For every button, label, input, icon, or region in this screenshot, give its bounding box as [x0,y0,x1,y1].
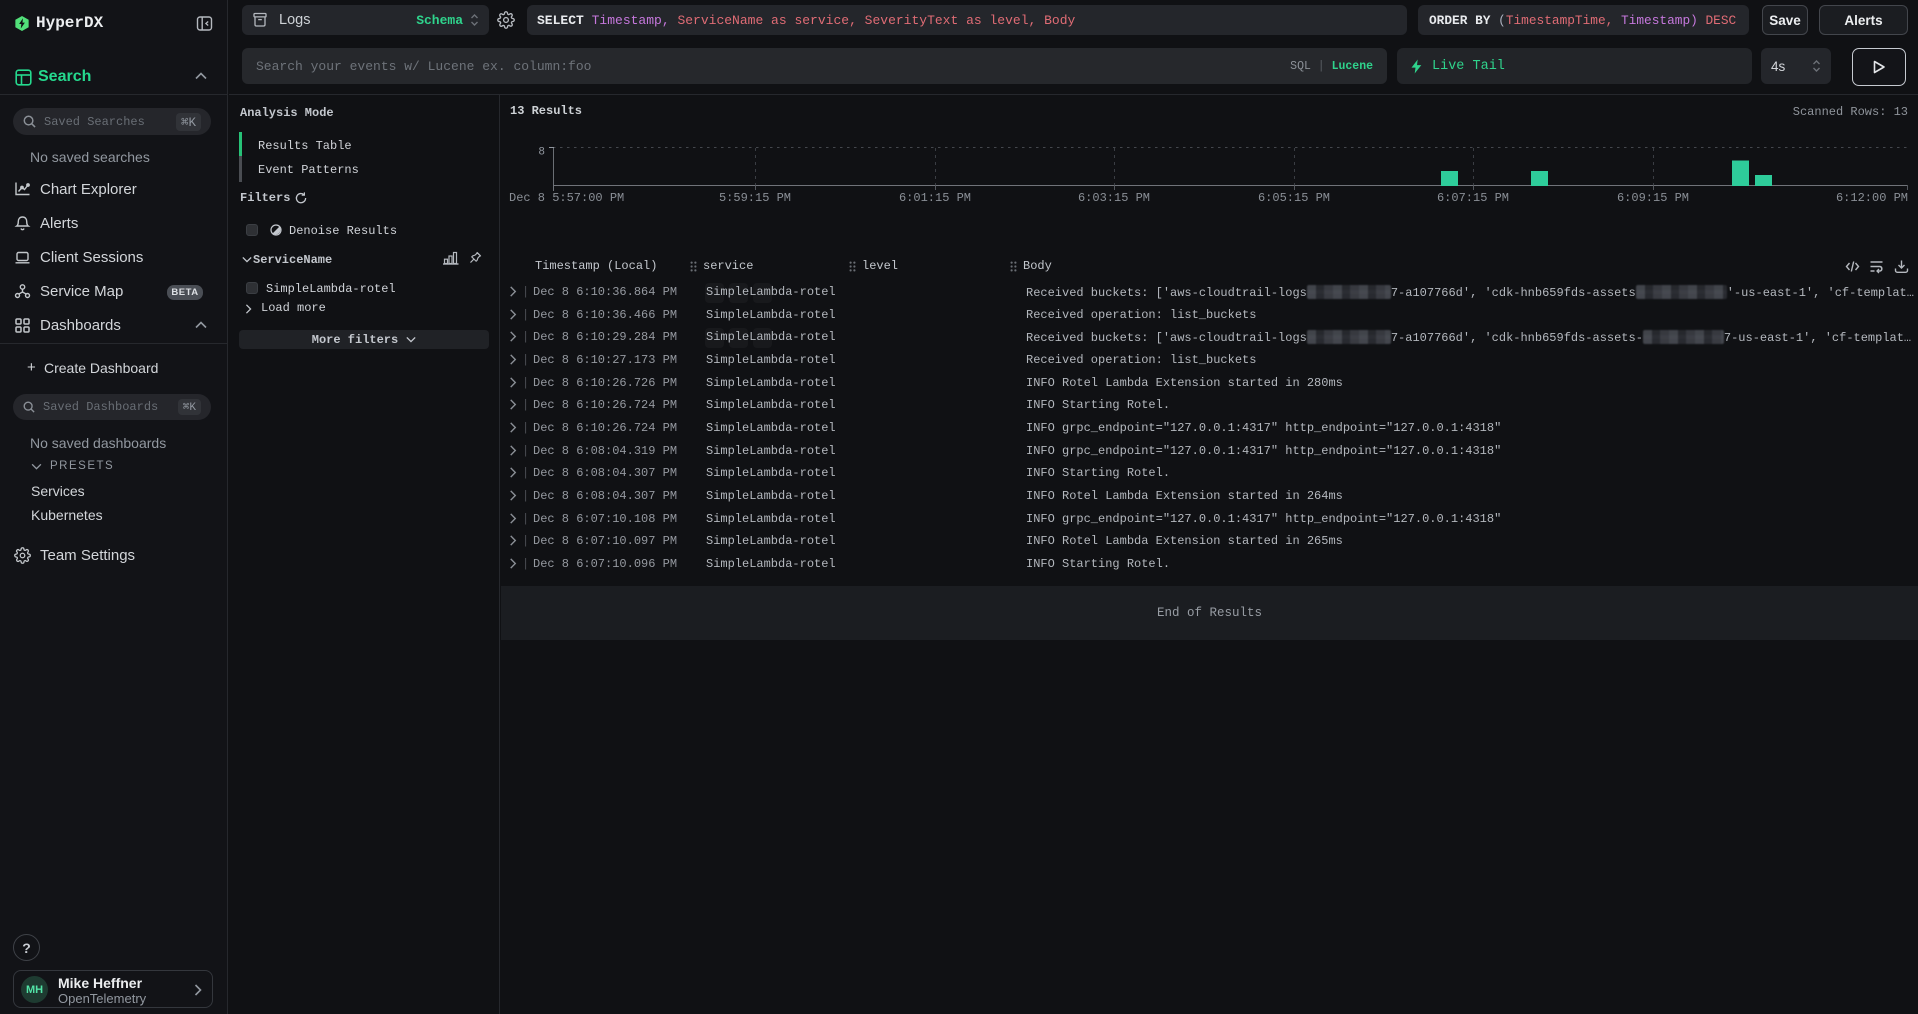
svg-text:6:01:15 PM: 6:01:15 PM [899,191,971,205]
svg-text:6:12:00 PM: 6:12:00 PM [1836,191,1908,205]
svg-text:8: 8 [538,147,545,159]
svg-text:5:59:15 PM: 5:59:15 PM [719,191,791,205]
svg-text:6:03:15 PM: 6:03:15 PM [1078,191,1150,205]
svg-text:6:07:15 PM: 6:07:15 PM [1437,191,1509,205]
svg-text:6:05:15 PM: 6:05:15 PM [1258,191,1330,205]
svg-text:6:09:15 PM: 6:09:15 PM [1617,191,1689,205]
svg-text:Dec 8 5:57:00 PM: Dec 8 5:57:00 PM [509,191,624,205]
